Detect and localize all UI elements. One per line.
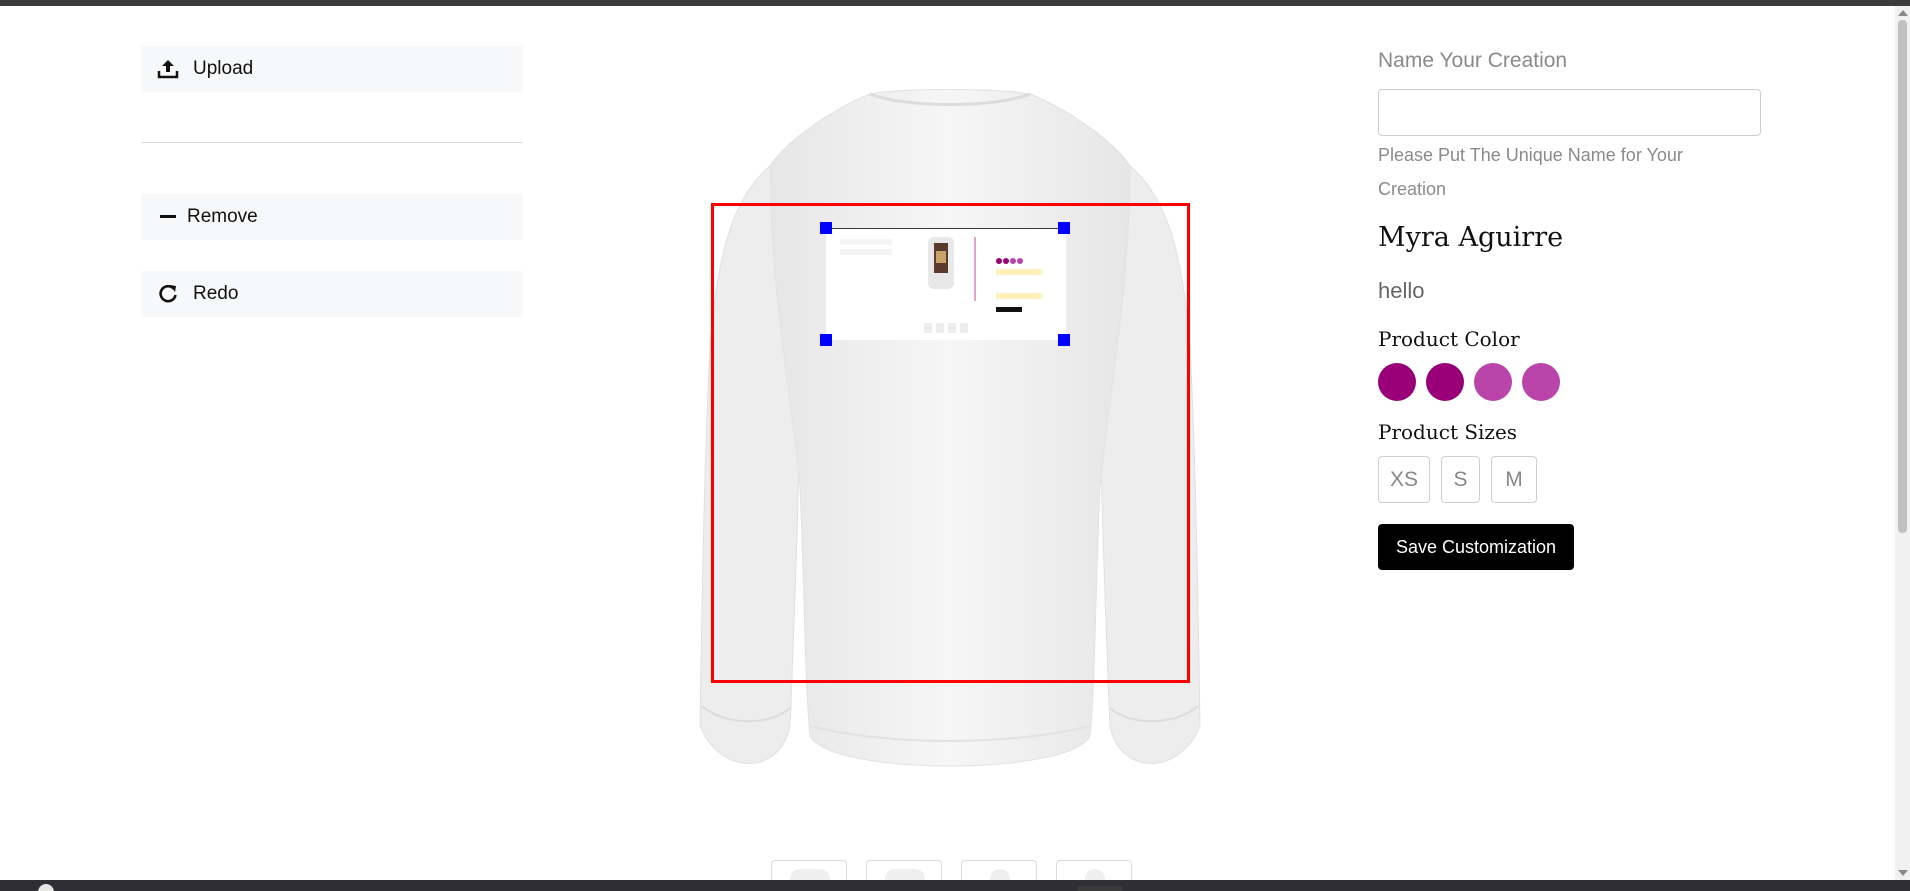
remove-label: Remove <box>187 206 258 227</box>
taskbar-indicator <box>1078 886 1122 891</box>
size-option-m[interactable]: M <box>1491 456 1537 503</box>
size-options: XS S M <box>1378 456 1537 503</box>
app-logo-icon <box>38 884 54 891</box>
creation-name-input[interactable] <box>1378 89 1761 136</box>
upload-icon <box>155 56 181 82</box>
redo-button[interactable]: Redo <box>141 271 523 317</box>
scroll-up-arrow-icon[interactable] <box>1898 10 1908 16</box>
product-color-title: Product Color <box>1378 327 1520 351</box>
resize-handle-top-left[interactable] <box>820 222 832 234</box>
save-customization-button[interactable]: Save Customization <box>1378 524 1574 570</box>
creator-name: Myra Aguirre <box>1378 222 1564 253</box>
page-scrollbar[interactable] <box>1895 6 1910 880</box>
color-swatch[interactable] <box>1522 363 1560 401</box>
upload-button[interactable]: Upload <box>141 46 523 92</box>
name-help-text: Please Put The Unique Name for Your Crea… <box>1378 145 1683 199</box>
custom-message: hello <box>1378 278 1425 303</box>
color-swatch[interactable] <box>1474 363 1512 401</box>
remove-button[interactable]: Remove <box>141 194 523 240</box>
upload-label: Upload <box>193 58 254 79</box>
tools-divider <box>141 142 523 143</box>
color-swatch[interactable] <box>1426 363 1464 401</box>
product-sizes-title: Product Sizes <box>1378 420 1518 444</box>
scroll-down-arrow-icon[interactable] <box>1898 870 1908 876</box>
color-swatch[interactable] <box>1378 363 1416 401</box>
uploaded-design-image[interactable] <box>826 228 1066 340</box>
window-top-bar <box>0 0 1910 6</box>
scrollbar-thumb[interactable] <box>1898 20 1907 533</box>
redo-icon <box>155 281 181 307</box>
size-option-xs[interactable]: XS <box>1378 456 1430 503</box>
color-swatches <box>1378 363 1560 401</box>
taskbar <box>0 880 1910 891</box>
resize-handle-top-right[interactable] <box>1058 222 1070 234</box>
size-option-s[interactable]: S <box>1441 456 1480 503</box>
name-creation-label: Name Your Creation <box>1378 49 1568 72</box>
resize-handle-bottom-right[interactable] <box>1058 334 1070 346</box>
minus-icon <box>155 204 181 230</box>
resize-handle-bottom-left[interactable] <box>820 334 832 346</box>
redo-label: Redo <box>193 283 239 304</box>
